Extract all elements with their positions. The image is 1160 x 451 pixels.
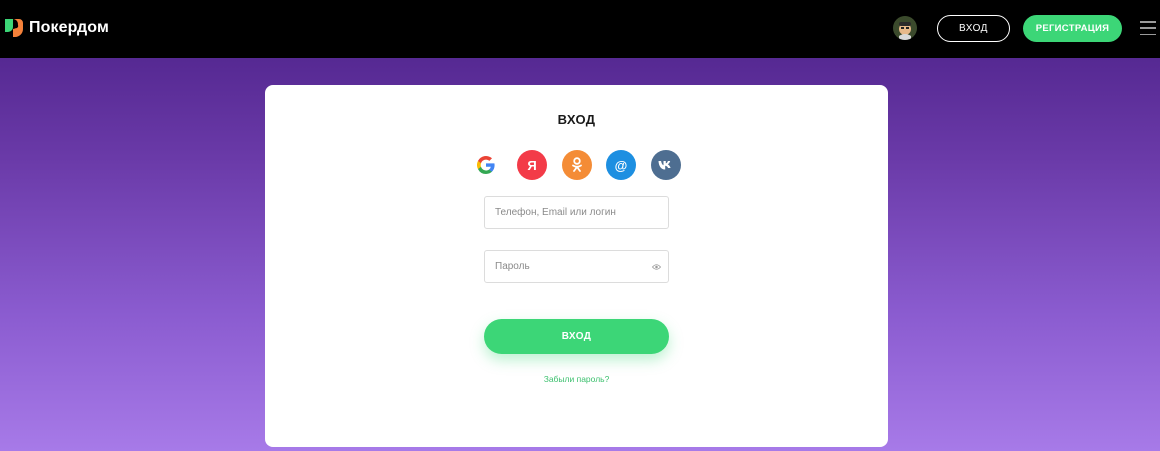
vk-icon[interactable] xyxy=(651,150,681,180)
logo-text: Покердом xyxy=(29,19,109,36)
show-password-icon[interactable] xyxy=(652,263,661,271)
mailru-glyph: @ xyxy=(614,157,628,173)
password-field[interactable] xyxy=(484,250,669,283)
login-card: ВХОД Я @ Телефон, Email или логин ВХОД З… xyxy=(265,85,888,447)
login-field[interactable] xyxy=(484,196,669,229)
odnoklassniki-icon[interactable] xyxy=(562,150,592,180)
google-icon[interactable] xyxy=(471,150,501,180)
password-input[interactable] xyxy=(495,251,668,282)
login-title: ВХОД xyxy=(557,112,596,127)
header-register-button[interactable]: РЕГИСТРАЦИЯ xyxy=(1023,15,1122,42)
mailru-icon[interactable]: @ xyxy=(606,150,636,180)
header-login-button[interactable]: ВХОД xyxy=(937,15,1010,42)
avatar-icon xyxy=(893,16,917,40)
login-submit-button[interactable]: ВХОД xyxy=(484,319,669,354)
hamburger-icon[interactable] xyxy=(1140,21,1156,35)
pokerdom-logo-icon xyxy=(5,19,23,37)
yandex-glyph: Я xyxy=(527,157,537,173)
top-bar: Покердом ВХОД РЕГИСТРАЦИЯ xyxy=(0,0,1160,58)
logo[interactable]: Покердом xyxy=(3,17,109,39)
yandex-icon[interactable]: Я xyxy=(517,150,547,180)
login-input[interactable] xyxy=(495,197,668,228)
social-login-row: Я @ xyxy=(265,150,888,180)
user-avatar[interactable] xyxy=(893,16,917,40)
forgot-password-link[interactable]: Забыли пароль? xyxy=(265,374,888,384)
